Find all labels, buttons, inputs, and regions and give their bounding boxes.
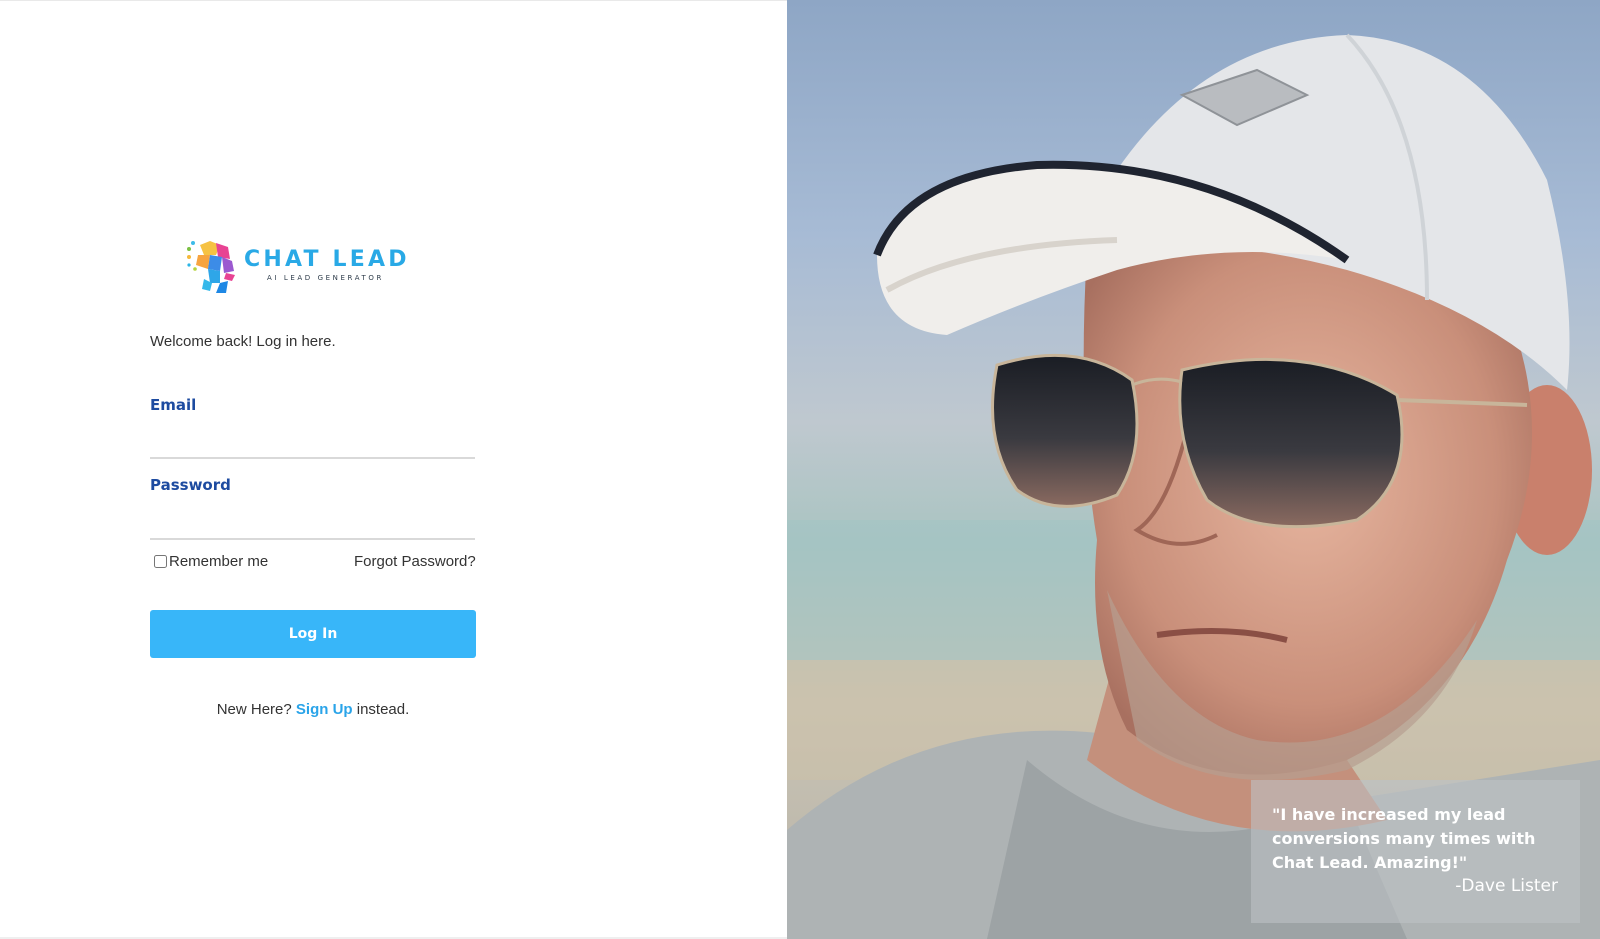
top-divider [0, 0, 787, 1]
chat-lead-logo: CHAT LEAD AI LEAD GENERATOR [186, 239, 426, 297]
login-panel [0, 0, 787, 939]
testimonial-card: "I have increased my lead conversions ma… [1251, 780, 1580, 923]
password-field[interactable] [150, 508, 475, 540]
login-button[interactable]: Log In [150, 610, 476, 658]
testimonial-quote: "I have increased my lead conversions ma… [1272, 805, 1536, 872]
password-label: Password [150, 476, 231, 494]
email-field[interactable] [150, 427, 475, 459]
signup-suffix: instead. [356, 701, 410, 718]
remember-me[interactable]: Remember me [154, 553, 268, 570]
signup-prompt: New Here? Sign Up instead. [150, 701, 476, 718]
signup-link[interactable]: Sign Up [296, 701, 353, 718]
colorful-head-logo-icon [187, 241, 235, 293]
email-label: Email [150, 396, 197, 414]
remember-me-checkbox[interactable] [154, 555, 167, 568]
testimonial-author: -Dave Lister [1455, 876, 1558, 896]
brand-name: CHAT LEAD [244, 247, 410, 272]
forgot-password-link[interactable]: Forgot Password? [354, 553, 476, 570]
remember-me-label: Remember me [169, 553, 269, 570]
signup-prefix: New Here? [216, 701, 292, 718]
brand-tagline: AI LEAD GENERATOR [267, 274, 384, 282]
welcome-text: Welcome back! Log in here. [150, 333, 336, 350]
